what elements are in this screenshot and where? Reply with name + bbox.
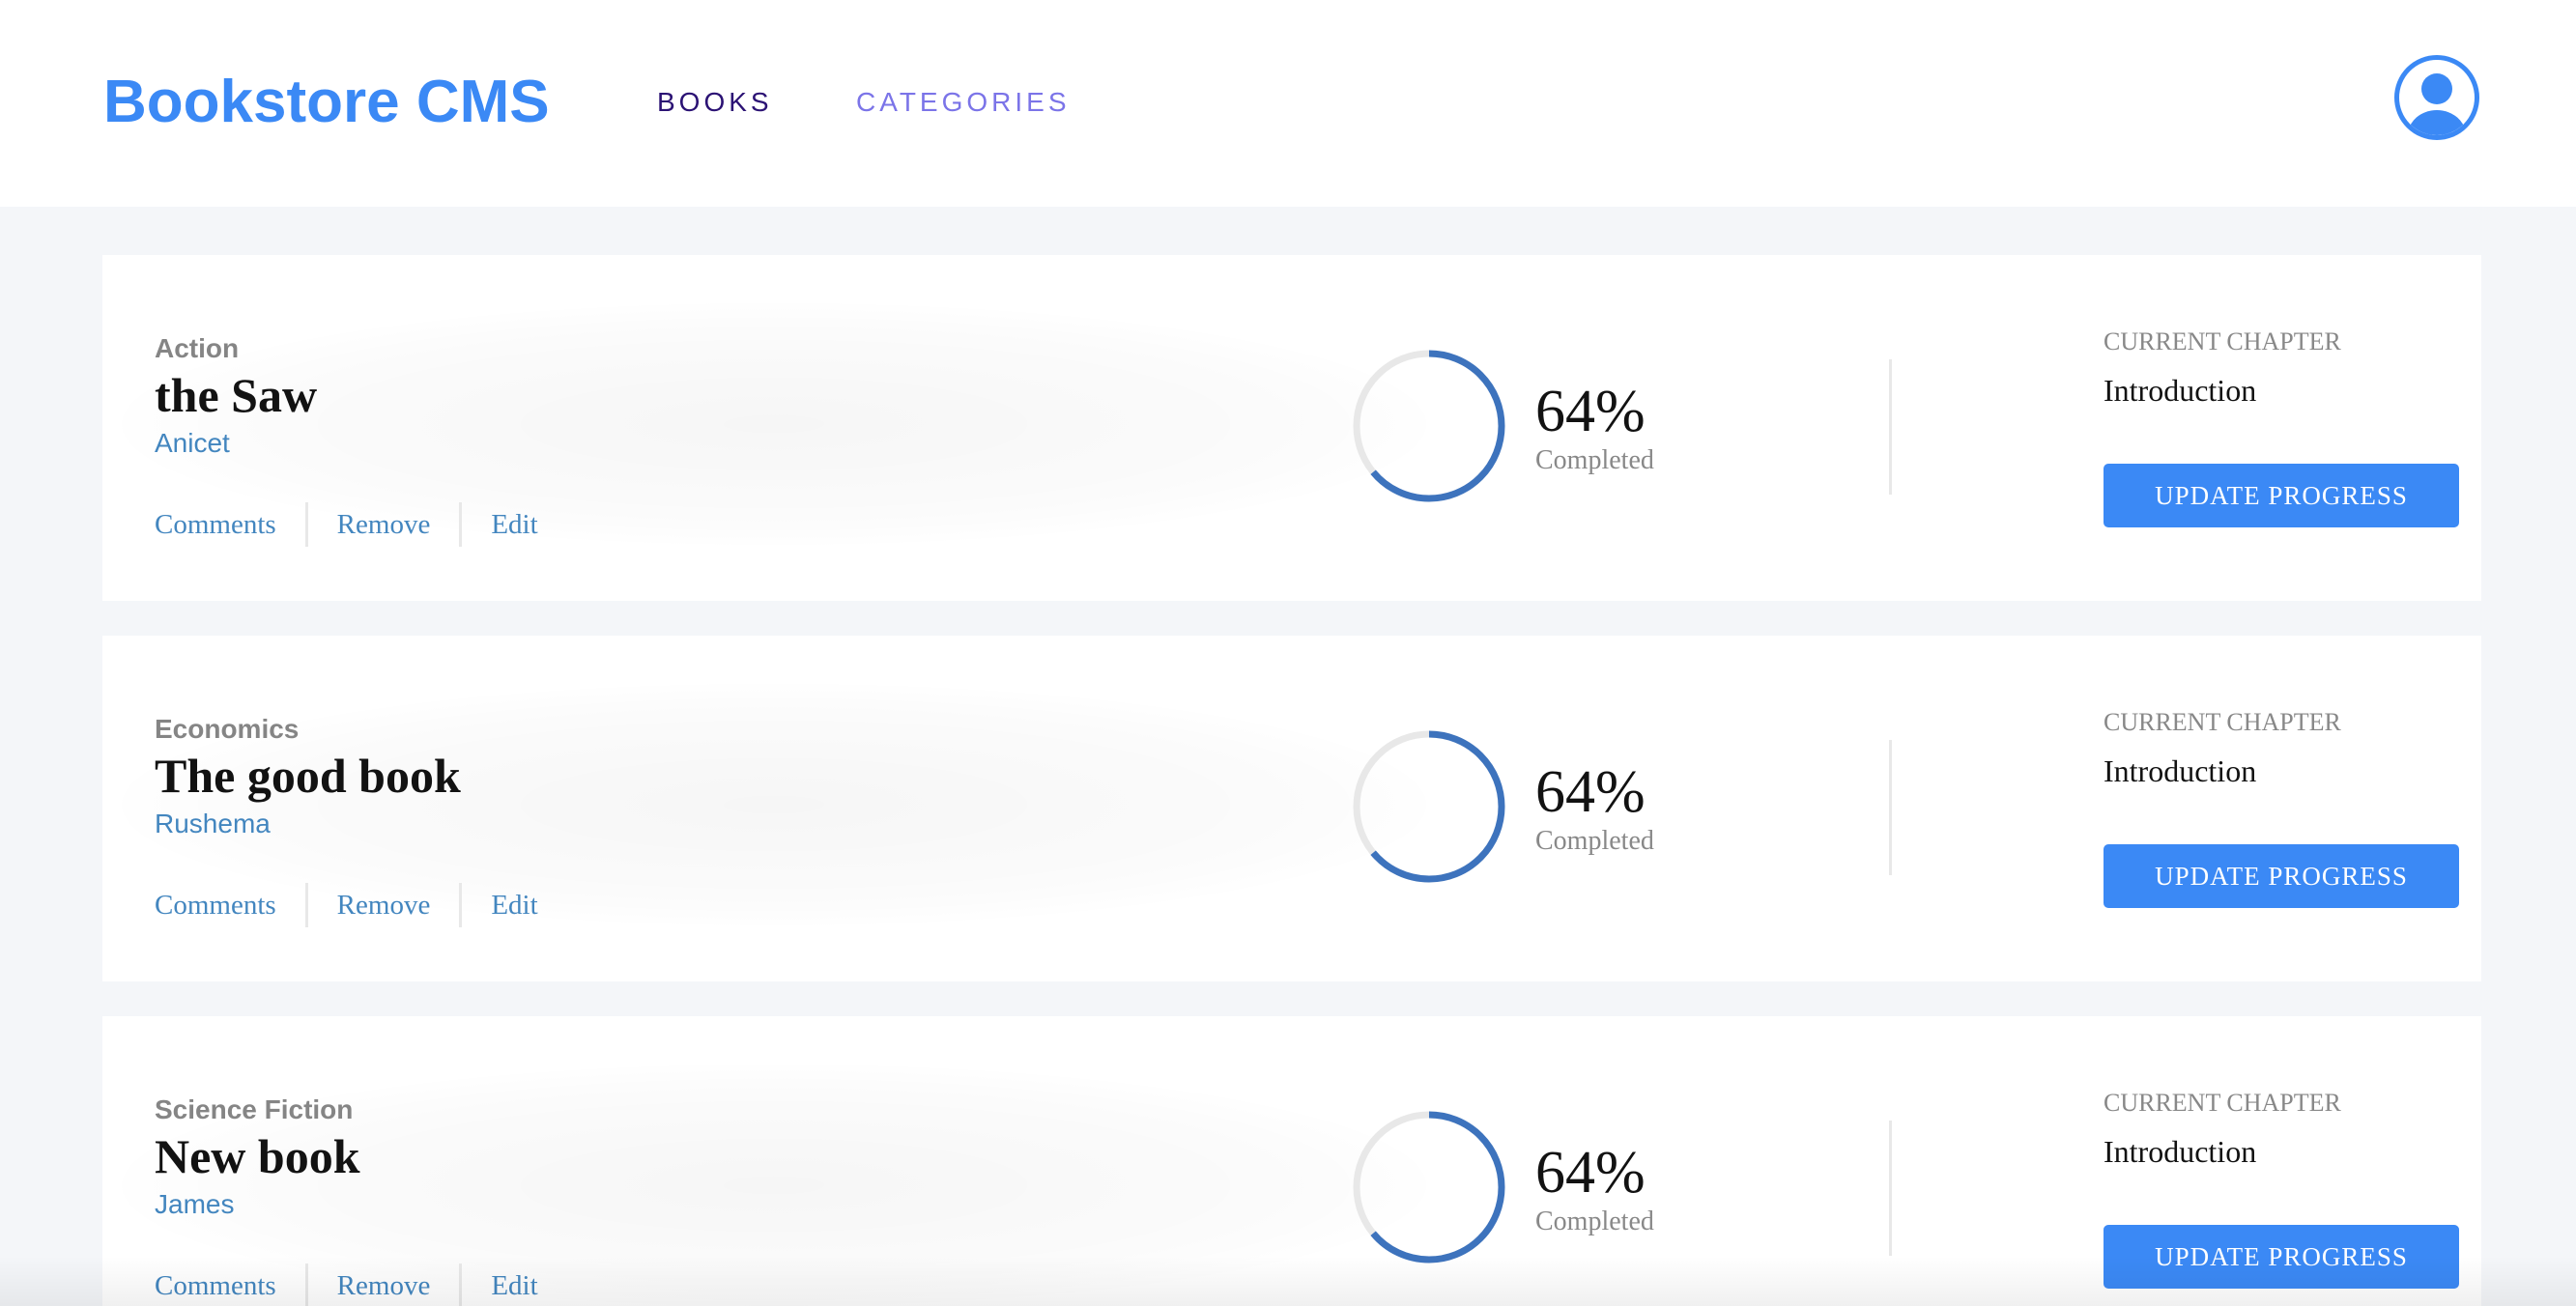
progress-ring xyxy=(1351,1109,1507,1265)
section-divider xyxy=(1889,359,1892,495)
book-card: Science Fiction New book James Comments … xyxy=(102,1016,2481,1306)
book-author[interactable]: James xyxy=(155,1188,234,1221)
action-divider xyxy=(304,502,308,547)
app-logo[interactable]: Bookstore CMS xyxy=(103,64,550,141)
edit-button[interactable]: Edit xyxy=(491,508,537,541)
chapter-label: CURRENT CHAPTER xyxy=(2104,708,2341,736)
remove-button[interactable]: Remove xyxy=(337,1269,431,1302)
book-actions: Comments Remove Edit xyxy=(155,500,538,549)
progress-status: Completed xyxy=(1535,445,1654,475)
book-title: The good book xyxy=(155,749,461,803)
action-divider xyxy=(459,883,463,927)
book-genre: Action xyxy=(155,333,240,363)
user-circle-icon xyxy=(2394,55,2479,140)
action-divider xyxy=(304,883,308,927)
book-author[interactable]: Anicet xyxy=(155,427,230,460)
update-progress-button[interactable]: UPDATE PROGRESS xyxy=(2104,464,2459,527)
section-divider xyxy=(1889,1121,1892,1256)
action-divider xyxy=(304,1263,308,1306)
progress-ring xyxy=(1351,728,1507,885)
comments-button[interactable]: Comments xyxy=(155,889,276,922)
edit-button[interactable]: Edit xyxy=(491,1269,537,1302)
progress-status: Completed xyxy=(1535,1207,1654,1236)
nav-books[interactable]: BOOKS xyxy=(657,85,773,120)
nav-categories[interactable]: CATEGORIES xyxy=(856,85,1071,120)
book-card: Action the Saw Anicet Comments Remove Ed… xyxy=(102,255,2481,601)
book-title: the Saw xyxy=(155,368,318,422)
progress-percent: 64% xyxy=(1535,379,1646,444)
section-divider xyxy=(1889,740,1892,875)
book-title: New book xyxy=(155,1129,360,1183)
edit-button[interactable]: Edit xyxy=(491,889,537,922)
user-avatar-button[interactable] xyxy=(2393,54,2480,141)
book-genre: Economics xyxy=(155,714,300,744)
progress-status: Completed xyxy=(1535,826,1654,856)
book-card: Economics The good book Rushema Comments… xyxy=(102,636,2481,981)
chapter-label: CURRENT CHAPTER xyxy=(2104,327,2341,355)
book-author[interactable]: Rushema xyxy=(155,808,271,840)
chapter-label: CURRENT CHAPTER xyxy=(2104,1089,2341,1117)
book-genre: Science Fiction xyxy=(155,1094,354,1124)
progress-percent: 64% xyxy=(1535,759,1646,825)
book-actions: Comments Remove Edit xyxy=(155,1262,538,1306)
action-divider xyxy=(459,1263,463,1306)
progress-percent: 64% xyxy=(1535,1140,1646,1206)
current-chapter: Introduction xyxy=(2104,1134,2257,1169)
action-divider xyxy=(459,502,463,547)
remove-button[interactable]: Remove xyxy=(337,508,431,541)
header-panel: Bookstore CMS BOOKS CATEGORIES xyxy=(0,0,2576,207)
current-chapter: Introduction xyxy=(2104,753,2257,788)
remove-button[interactable]: Remove xyxy=(337,889,431,922)
comments-button[interactable]: Comments xyxy=(155,1269,276,1302)
progress-ring xyxy=(1351,348,1507,504)
comments-button[interactable]: Comments xyxy=(155,508,276,541)
update-progress-button[interactable]: UPDATE PROGRESS xyxy=(2104,844,2459,908)
book-actions: Comments Remove Edit xyxy=(155,881,538,929)
current-chapter: Introduction xyxy=(2104,373,2257,408)
update-progress-button[interactable]: UPDATE PROGRESS xyxy=(2104,1225,2459,1289)
